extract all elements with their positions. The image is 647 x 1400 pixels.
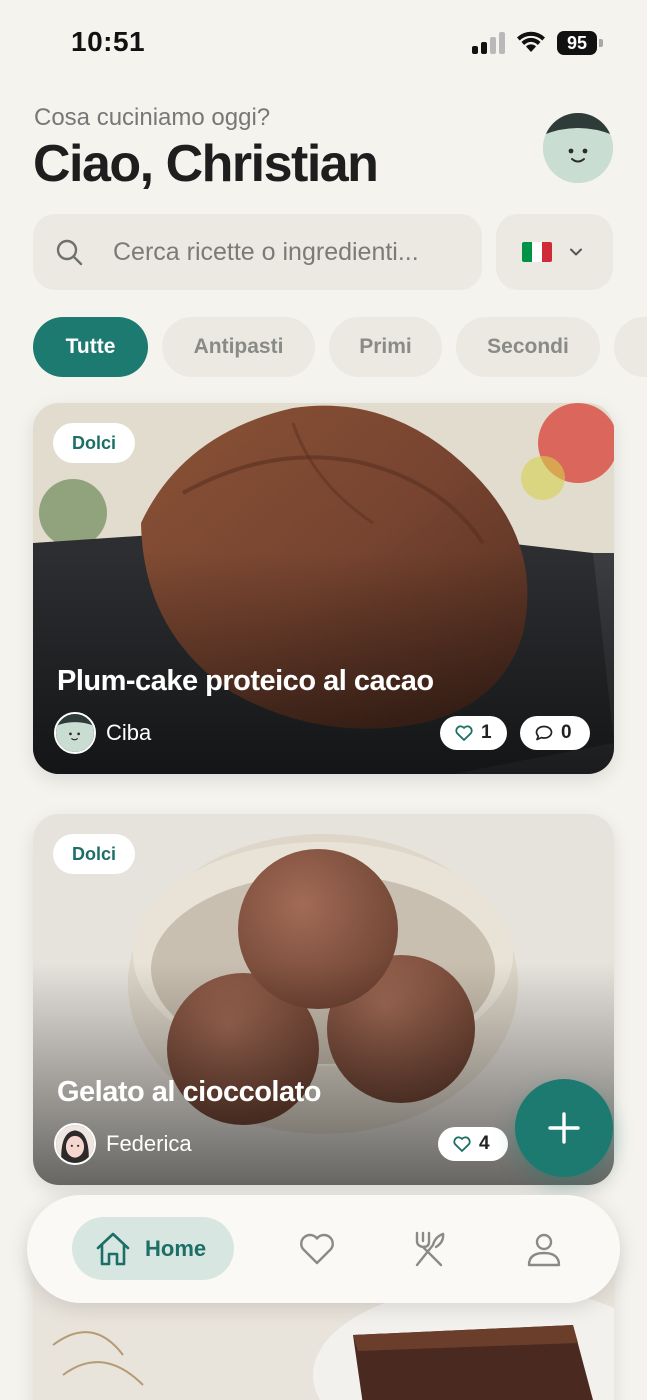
plus-icon: [548, 1112, 580, 1144]
category-badge: Dolci: [53, 423, 136, 463]
like-count: 1: [481, 722, 492, 743]
chip-antipasti[interactable]: Antipasti: [162, 317, 315, 377]
category-badge: Dolci: [53, 834, 136, 874]
page-subtitle: Cosa cuciniamo oggi?: [34, 104, 271, 131]
author-avatar: [54, 1123, 96, 1165]
utensils-icon: [415, 1231, 445, 1267]
chip-tutte[interactable]: Tutte: [33, 317, 148, 377]
status-bar: 10:51 95: [0, 0, 647, 88]
nav-favorites[interactable]: [297, 1229, 337, 1269]
battery-level: 95: [557, 31, 597, 55]
nav-home[interactable]: Home: [72, 1217, 234, 1280]
status-time: 10:51: [71, 26, 146, 57]
wifi-icon: [515, 30, 547, 54]
battery-icon: 95: [557, 31, 603, 55]
search-bar[interactable]: [33, 214, 482, 290]
nav-profile[interactable]: [524, 1229, 564, 1269]
heart-icon: [453, 1136, 471, 1152]
chip-secondi[interactable]: Secondi: [456, 317, 600, 377]
like-count: 4: [479, 1133, 490, 1154]
chevron-down-icon: [570, 248, 582, 256]
search-input[interactable]: [113, 214, 463, 290]
chip-primi[interactable]: Primi: [329, 317, 442, 377]
category-filter: Tutte Antipasti Primi Secondi: [33, 317, 647, 377]
search-icon: [56, 239, 83, 266]
page-title: Ciao, Christian: [33, 135, 379, 193]
italy-flag-icon: [522, 242, 552, 262]
smiley-avatar-icon: [543, 113, 613, 183]
recipe-card[interactable]: Dolci Plum-cake proteico al cacao Ciba 1…: [33, 403, 614, 774]
like-button[interactable]: 4: [438, 1127, 508, 1161]
author-name: Federica: [106, 1131, 192, 1156]
comment-icon: [535, 725, 553, 741]
heart-icon: [455, 725, 473, 741]
recipe-title: Plum-cake proteico al cacao: [57, 665, 434, 697]
nav-home-label: Home: [145, 1236, 207, 1261]
nav-recipes[interactable]: [409, 1229, 449, 1269]
comment-button[interactable]: 0: [520, 716, 590, 750]
girl-avatar-icon: [56, 1125, 94, 1163]
comment-count: 0: [561, 722, 572, 743]
smiley-avatar-icon: [56, 714, 94, 752]
heart-icon: [300, 1233, 334, 1265]
add-recipe-button[interactable]: [515, 1079, 613, 1177]
like-button[interactable]: 1: [440, 716, 507, 750]
recipe-title: Gelato al cioccolato: [57, 1076, 321, 1108]
language-select[interactable]: [496, 214, 613, 290]
chip-more[interactable]: [614, 317, 647, 377]
author-avatar: [54, 712, 96, 754]
profile-avatar[interactable]: [543, 113, 613, 183]
cellular-signal-icon: [472, 32, 506, 54]
home-icon: [96, 1232, 130, 1266]
bottom-navigation: Home: [27, 1195, 620, 1303]
author-name: Ciba: [106, 720, 152, 745]
profile-icon: [527, 1233, 561, 1267]
